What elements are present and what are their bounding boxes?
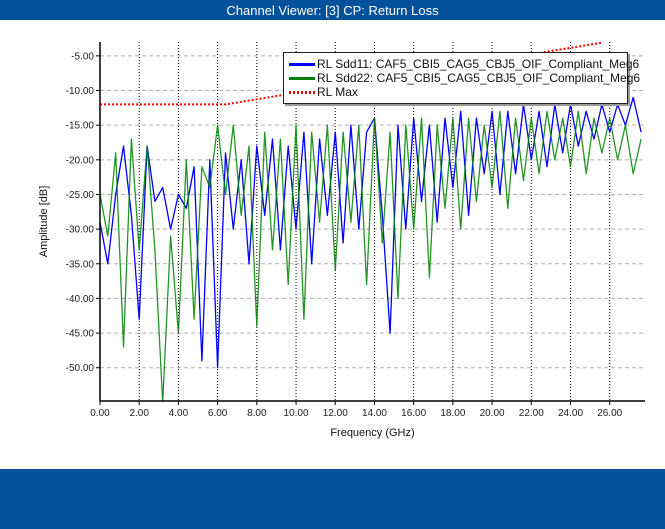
y-tick-label: -35.00	[66, 259, 95, 270]
footer-bar	[0, 469, 665, 529]
legend-label-sdd11: RL Sdd11: CAF5_CBI5_CAG5_CBJ5_OIF_Compli…	[317, 57, 640, 71]
legend-label-rl-max: RL Max	[317, 85, 358, 99]
y-tick-label: -50.00	[66, 363, 95, 374]
x-tick-label: 14.00	[362, 408, 387, 419]
x-tick-label: 12.00	[323, 408, 348, 419]
series-line-sdd22	[100, 110, 642, 401]
x-axis-label: Frequency (GHz)	[330, 427, 414, 439]
x-tick-label: 0.00	[90, 408, 110, 419]
series-line-sdd11	[100, 96, 642, 369]
x-tick-label: 18.00	[440, 408, 465, 419]
legend-swatch-rl-max	[289, 91, 315, 94]
y-tick-label: -30.00	[66, 225, 95, 236]
x-tick-label: 8.00	[247, 408, 267, 419]
x-tick-label: 2.00	[129, 408, 149, 419]
legend: RL Sdd11: CAF5_CBI5_CAG5_CBJ5_OIF_Compli…	[283, 52, 640, 104]
x-tick-label: 16.00	[401, 408, 426, 419]
legend-label-sdd22: RL Sdd22: CAF5_CBI5_CAG5_CBJ5_OIF_Compli…	[317, 71, 641, 85]
x-tick-label: 24.00	[558, 408, 583, 419]
y-tick-label: -25.00	[66, 190, 95, 201]
x-tick-label: 4.00	[169, 408, 189, 419]
legend-swatch-sdd11	[289, 63, 315, 66]
y-tick-label: -45.00	[66, 329, 95, 340]
y-tick-label: -15.00	[66, 121, 95, 132]
x-tick-label: 10.00	[284, 408, 309, 419]
legend-swatch-sdd22	[289, 77, 315, 80]
x-tick-label: 22.00	[519, 408, 544, 419]
y-axis-label: Amplitude [dB]	[38, 186, 50, 258]
y-tick-label: -20.00	[66, 155, 95, 166]
y-tick-label: -10.00	[66, 86, 95, 97]
y-tick-label: -5.00	[71, 51, 94, 62]
y-tick-label: -40.00	[66, 294, 95, 305]
x-tick-label: 26.00	[597, 408, 622, 419]
x-tick-label: 20.00	[480, 408, 505, 419]
x-tick-label: 6.00	[208, 408, 228, 419]
